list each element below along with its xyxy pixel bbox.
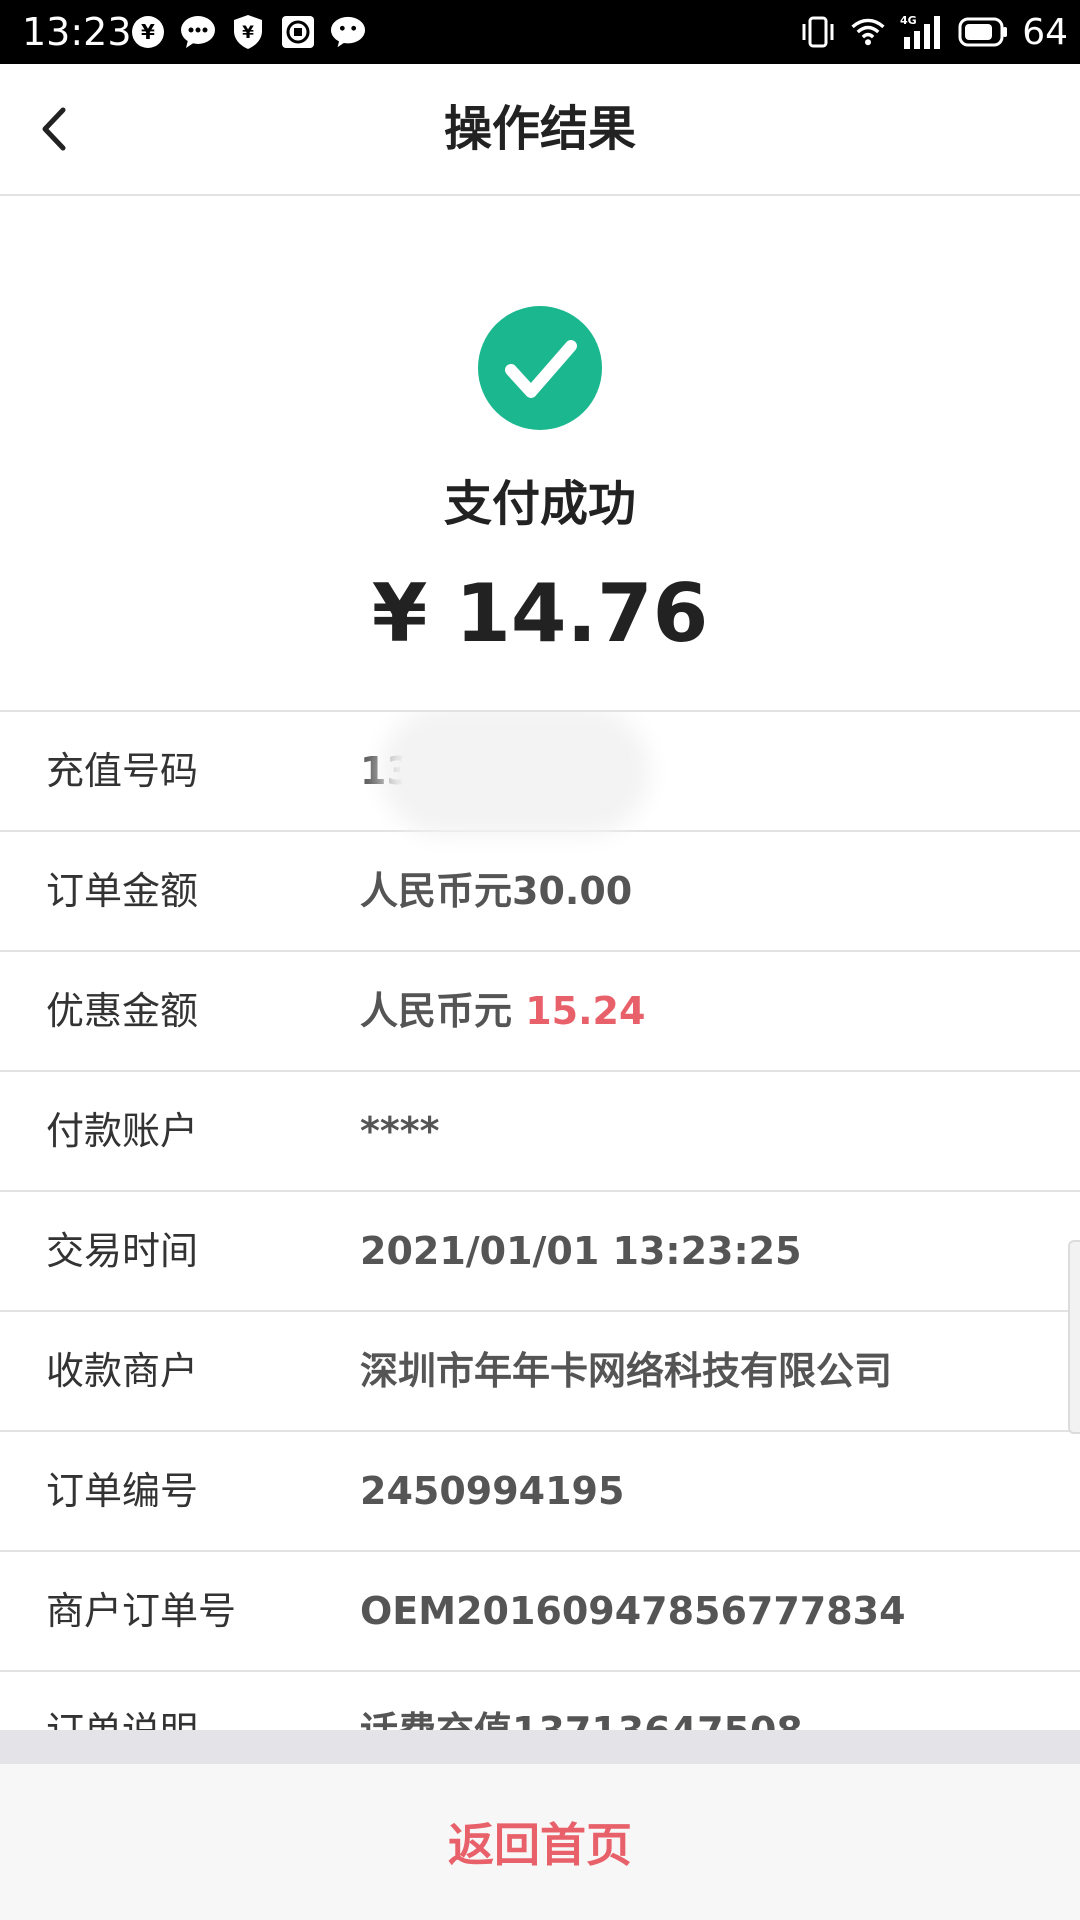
detail-label: 订单编号 bbox=[46, 1469, 199, 1513]
detail-value: 人民币元30.00 bbox=[360, 869, 633, 913]
detail-value: **** bbox=[360, 1109, 440, 1153]
detail-label: 订单金额 bbox=[46, 869, 199, 913]
discount-currency: 人民币元 bbox=[360, 989, 526, 1033]
detail-value: 2450994195 bbox=[360, 1469, 625, 1513]
battery-icon bbox=[958, 14, 1008, 50]
battery-level: 64 bbox=[1022, 11, 1068, 53]
vibrate-icon bbox=[800, 14, 836, 50]
svg-text:¥: ¥ bbox=[141, 20, 155, 44]
payment-result-screen: 13:23 ¥ ¥ 4G 64 操作结果 支付成功 ¥ 14.76 充值号码 1… bbox=[0, 0, 1080, 1920]
wechat-icon bbox=[330, 14, 366, 50]
detail-label: 交易时间 bbox=[46, 1229, 199, 1273]
detail-label: 商户订单号 bbox=[46, 1589, 237, 1633]
navigation-bar: 操作结果 bbox=[0, 64, 1080, 196]
detail-value: 话费充值13713647508 bbox=[360, 1709, 803, 1732]
payment-status: 支付成功 bbox=[443, 476, 636, 532]
detail-label: 优惠金额 bbox=[46, 989, 199, 1033]
svg-text:¥: ¥ bbox=[242, 23, 254, 43]
signal-icon: 4G bbox=[900, 14, 944, 50]
bank-icon bbox=[280, 14, 316, 50]
page-title: 操作结果 bbox=[443, 101, 636, 157]
shield-yuan-icon: ¥ bbox=[230, 14, 266, 50]
scroll-handle[interactable] bbox=[1068, 1240, 1080, 1434]
detail-value: 人民币元 15.24 bbox=[360, 986, 645, 1036]
return-home-button[interactable]: 返回首页 bbox=[0, 1764, 1080, 1920]
redaction-blur bbox=[400, 726, 630, 816]
status-time: 13:23 bbox=[22, 10, 132, 54]
detail-label: 订单说明 bbox=[46, 1709, 199, 1732]
detail-value: 深圳市年年卡网络科技有限公司 bbox=[360, 1349, 893, 1393]
payment-amount: ¥ 14.76 bbox=[371, 567, 709, 660]
detail-row-phone: 充值号码 13 bbox=[0, 712, 1080, 832]
detail-row-merchant: 收款商户 深圳市年年卡网络科技有限公司 bbox=[0, 1312, 1080, 1432]
detail-label: 充值号码 bbox=[46, 749, 199, 793]
return-home-label: 返回首页 bbox=[448, 1818, 632, 1872]
detail-row-merchant-order-number: 商户订单号 OEM2016094785677783­4 bbox=[0, 1552, 1080, 1672]
wifi-icon bbox=[850, 14, 886, 50]
detail-row-description: 订单说明 话费充值13713647508 bbox=[0, 1672, 1080, 1732]
system-status-icons: 4G 64 bbox=[800, 10, 1068, 54]
result-summary: 支付成功 ¥ 14.76 bbox=[0, 196, 1080, 710]
detail-row-account: 付款账户 **** bbox=[0, 1072, 1080, 1192]
detail-label: 付款账户 bbox=[46, 1109, 199, 1153]
detail-value: 2021/01/01 13:23:25 bbox=[360, 1229, 802, 1273]
network-type-label: 4G bbox=[900, 14, 917, 27]
check-circle-icon bbox=[478, 306, 602, 430]
detail-row-order-number: 订单编号 2450994195 bbox=[0, 1432, 1080, 1552]
detail-label: 收款商户 bbox=[46, 1349, 199, 1393]
detail-row-time: 交易时间 2021/01/01 13:23:25 bbox=[0, 1192, 1080, 1312]
detail-value: OEM2016094785677783­4 bbox=[360, 1589, 906, 1633]
status-bar: 13:23 ¥ ¥ 4G 64 bbox=[0, 0, 1080, 64]
chat-bubble-icon bbox=[180, 14, 216, 50]
order-details-list: 充值号码 13 订单金额 人民币元30.00 优惠金额 人民币元 15.24 付… bbox=[0, 710, 1080, 1732]
detail-row-order-amount: 订单金额 人民币元30.00 bbox=[0, 832, 1080, 952]
notification-icons: ¥ ¥ bbox=[130, 12, 366, 52]
discount-amount: 15.24 bbox=[525, 989, 646, 1033]
bottom-divider bbox=[0, 1730, 1080, 1764]
detail-row-discount: 优惠金额 人民币元 15.24 bbox=[0, 952, 1080, 1072]
yuan-circle-icon: ¥ bbox=[130, 14, 166, 50]
